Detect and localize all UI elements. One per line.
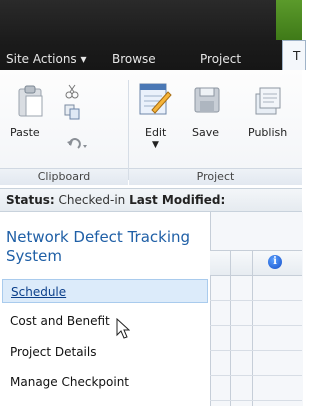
site-actions-menu[interactable]: Site Actions ▾	[6, 48, 87, 70]
grid-row-line	[210, 350, 302, 351]
nav-item-label: Schedule	[11, 285, 67, 299]
cut-button[interactable]	[64, 84, 80, 104]
contextual-tab-strip	[276, 0, 302, 40]
nav-item-cost-and-benefit[interactable]: Cost and Benefit	[6, 309, 206, 333]
nav-item-schedule[interactable]: Schedule	[2, 279, 208, 303]
edit-icon	[139, 83, 172, 115]
info-icon[interactable]: i	[268, 255, 282, 269]
status-bar: Status: Checked-in Last Modified:	[0, 188, 302, 212]
paste-button[interactable]	[16, 84, 46, 118]
scissors-icon	[65, 84, 79, 99]
publish-icon	[255, 87, 281, 115]
save-label: Save	[192, 126, 220, 139]
save-button[interactable]	[193, 84, 221, 116]
quick-launch-title[interactable]: Network Defect Tracking System	[6, 228, 196, 266]
nav-item-project-details[interactable]: Project Details	[6, 340, 206, 364]
tab-project[interactable]: Project	[200, 48, 241, 70]
copy-button[interactable]	[64, 104, 80, 124]
undo-button[interactable]	[66, 136, 88, 155]
edit-button[interactable]	[138, 80, 172, 118]
edit-label: Edit	[145, 126, 167, 139]
clipboard-group-label: Clipboard	[0, 168, 128, 185]
publish-button[interactable]	[252, 84, 282, 116]
tab-task-active[interactable]: T	[282, 40, 306, 70]
grid-row-line	[210, 375, 302, 376]
chevron-down-icon: ▼	[152, 140, 159, 150]
schedule-grid	[210, 212, 303, 406]
grid-row-line	[210, 400, 302, 401]
grid-row-line	[210, 300, 302, 301]
project-group-label: Project	[129, 168, 302, 185]
undo-icon	[67, 138, 87, 149]
copy-icon	[64, 104, 80, 120]
grid-column-divider	[252, 250, 253, 406]
paste-icon	[18, 85, 43, 117]
save-icon	[194, 87, 220, 113]
paste-label: Paste	[10, 126, 40, 139]
last-modified-label: Last Modified:	[129, 193, 226, 207]
status-value: Checked-in	[58, 193, 126, 207]
status-label: Status:	[6, 193, 55, 207]
grid-column-divider	[230, 250, 231, 406]
ribbon-group-separator	[128, 80, 129, 180]
grid-header	[210, 250, 302, 276]
tab-browse[interactable]: Browse	[112, 48, 156, 70]
publish-label: Publish	[248, 126, 288, 139]
mouse-cursor-icon	[116, 317, 131, 344]
nav-item-manage-checkpoint[interactable]: Manage Checkpoint	[6, 370, 206, 394]
grid-row-line	[210, 325, 302, 326]
